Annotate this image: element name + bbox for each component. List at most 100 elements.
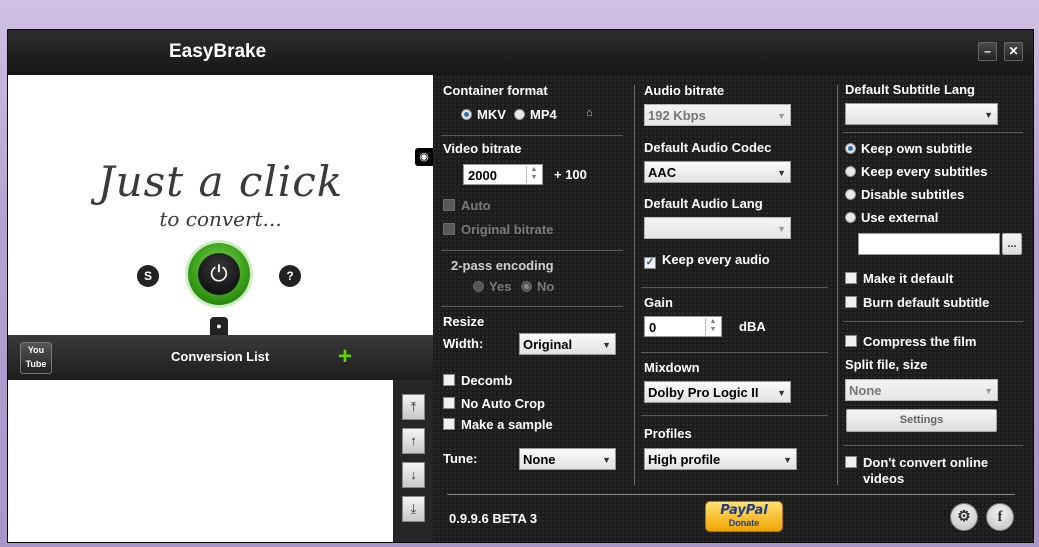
settings-button[interactable]: Settings <box>846 409 997 432</box>
original-bitrate-checkbox[interactable]: Original bitrate <box>443 222 553 237</box>
settings-s-icon[interactable]: S <box>137 265 159 287</box>
burn-default-subtitle-checkbox[interactable]: Burn default subtitle <box>845 295 989 310</box>
divider <box>441 306 623 307</box>
make-sample-checkbox[interactable]: Make a sample <box>443 417 553 432</box>
divider <box>843 132 1023 133</box>
compress-film-checkbox[interactable]: Compress the film <box>845 334 976 349</box>
spinner-icon[interactable]: ▲ ▼ <box>526 166 541 183</box>
use-external-radio[interactable]: Use external <box>845 210 938 225</box>
burn-default-label: Burn default subtitle <box>863 295 990 310</box>
radio-icon <box>845 166 856 177</box>
width-label: Width: <box>443 336 484 351</box>
two-pass-yes-radio[interactable]: Yes <box>473 279 511 294</box>
profiles-label: Profiles <box>644 426 692 441</box>
conversion-list[interactable] <box>8 380 393 542</box>
audio-bitrate-label: Audio bitrate <box>644 83 725 98</box>
no-auto-crop-label: No Auto Crop <box>461 396 545 411</box>
check-icon: ✓ <box>644 257 656 269</box>
chevron-down-icon: ▼ <box>984 386 993 396</box>
audio-codec-select[interactable]: AAC ▼ <box>644 161 791 183</box>
convert-button[interactable]: ⏻ <box>188 243 250 305</box>
mp4-label: MP4 <box>530 107 557 122</box>
mixdown-select[interactable]: Dolby Pro Logic II ▼ <box>644 381 791 403</box>
compress-film-label: Compress the film <box>863 334 977 349</box>
split-size-select[interactable]: None ▼ <box>845 379 998 401</box>
gain-input[interactable]: 0 ▲ ▼ <box>644 316 722 337</box>
youtube-icon[interactable]: You Tube <box>20 342 52 374</box>
checkbox-icon <box>845 335 857 347</box>
add-file-icon[interactable]: + <box>338 343 352 371</box>
browse-button[interactable]: ... <box>1002 233 1022 255</box>
profiles-select[interactable]: High profile ▼ <box>644 448 797 470</box>
dont-convert-online-checkbox[interactable]: Don't convert online <box>845 455 988 470</box>
chevron-down-icon: ▼ <box>777 388 786 398</box>
close-button[interactable]: ✕ <box>1004 42 1023 61</box>
divider <box>843 321 1023 322</box>
convert-hero: Just a click to convert... S ⏻ ? ● <box>8 75 433 335</box>
yes-label: Yes <box>489 279 512 294</box>
drop-icon[interactable]: ● <box>210 317 228 335</box>
chevron-down-icon: ▼ <box>777 224 786 234</box>
power-icon: ⏻ <box>198 253 240 295</box>
mixdown-value: Dolby Pro Logic II <box>648 385 759 400</box>
footer-divider <box>447 494 1015 495</box>
move-top-button[interactable]: ⤒ <box>402 394 425 420</box>
move-up-button[interactable]: ↑ <box>402 428 425 454</box>
subtitle-lang-select[interactable]: ▼ <box>845 103 998 125</box>
checkbox-icon <box>845 296 857 308</box>
title-bar: EasyBrake – ✕ <box>8 30 1033 75</box>
decomb-checkbox[interactable]: Decomb <box>443 373 512 388</box>
chevron-down-icon: ▼ <box>602 340 611 350</box>
paypal-donate-button[interactable]: PayPal Donate <box>705 501 783 532</box>
bitrate-step-label: + 100 <box>554 167 587 182</box>
decomb-label: Decomb <box>461 373 513 388</box>
audio-lang-select[interactable]: ▼ <box>644 217 791 239</box>
steam-icon[interactable]: ⚙ <box>950 503 978 531</box>
checkbox-icon <box>845 456 857 468</box>
facebook-icon[interactable]: f <box>986 503 1014 531</box>
auto-checkbox[interactable]: Auto <box>443 198 491 213</box>
mkv-radio[interactable]: MKV <box>461 107 506 122</box>
two-pass-no-radio[interactable]: No <box>521 279 554 294</box>
divider <box>641 287 828 288</box>
move-down-button[interactable]: ↓ <box>402 462 425 488</box>
make-default-label: Make it default <box>863 271 954 286</box>
make-sample-label: Make a sample <box>461 417 553 432</box>
no-auto-crop-checkbox[interactable]: No Auto Crop <box>443 396 545 411</box>
minimize-button[interactable]: – <box>978 42 997 61</box>
split-file-label: Split file, size <box>845 357 928 372</box>
tune-select[interactable]: None ▼ <box>519 448 616 470</box>
default-audio-lang-label: Default Audio Lang <box>644 196 763 211</box>
side-tab-icon[interactable]: ◉ <box>415 148 433 166</box>
hero-subtitle: to convert... <box>159 207 282 231</box>
spinner-icon[interactable]: ▲ ▼ <box>705 318 720 335</box>
container-format-label: Container format <box>443 83 548 98</box>
make-default-checkbox[interactable]: Make it default <box>845 271 953 286</box>
radio-icon <box>473 281 484 292</box>
resize-label: Resize <box>443 314 485 329</box>
width-select[interactable]: Original ▼ <box>519 333 616 355</box>
split-size-value: None <box>849 383 882 398</box>
disable-subtitles-radio[interactable]: Disable subtitles <box>845 187 964 202</box>
mp4-radio[interactable]: MP4 <box>514 107 557 122</box>
move-bottom-button[interactable]: ⤓ <box>402 496 425 522</box>
checkbox-icon <box>443 199 455 211</box>
list-order-controls: ⤒ ↑ ↓ ⤓ <box>393 380 433 542</box>
disable-subtitles-label: Disable subtitles <box>861 187 965 202</box>
external-subtitle-field[interactable] <box>858 233 1000 255</box>
two-pass-label: 2-pass encoding <box>451 258 554 273</box>
column-divider <box>634 85 635 485</box>
keep-own-subtitle-radio[interactable]: Keep own subtitle <box>845 141 972 156</box>
video-bitrate-input[interactable]: 2000 ▲ ▼ <box>463 164 543 185</box>
paypal-logo: PayPal <box>720 503 768 518</box>
chevron-down-icon: ▼ <box>602 455 611 465</box>
keep-every-subtitles-radio[interactable]: Keep every subtitles <box>845 164 987 179</box>
video-bitrate-value: 2000 <box>468 168 497 183</box>
default-audio-codec-label: Default Audio Codec <box>644 140 772 155</box>
conversion-list-title: Conversion List <box>171 349 270 364</box>
keep-every-audio-checkbox[interactable]: ✓ Keep every audio <box>644 252 770 269</box>
no-label: No <box>537 279 555 294</box>
home-icon[interactable]: ⌂ <box>586 107 593 119</box>
audio-bitrate-select[interactable]: 192 Kbps ▼ <box>644 104 791 126</box>
help-icon[interactable]: ? <box>279 265 301 287</box>
